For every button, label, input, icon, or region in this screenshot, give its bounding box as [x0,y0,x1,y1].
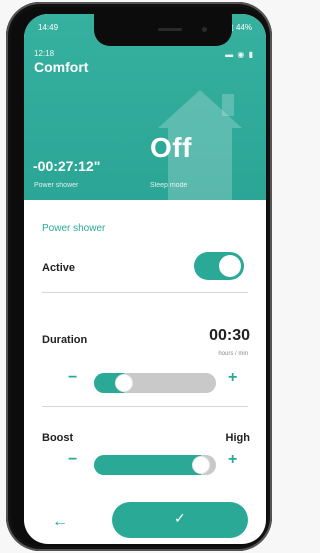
duration-value: 00:30 [209,327,250,344]
divider [42,406,248,407]
power-shower-timer: -00:27:12" [33,158,101,174]
active-label: Active [42,262,76,274]
divider [42,292,248,293]
system-time: 14:49 [38,23,59,32]
toggle-knob [219,255,241,277]
front-camera [202,27,207,32]
duration-increase-button[interactable]: + [228,369,237,387]
speaker-grille [158,28,182,31]
boost-decrease-button[interactable]: − [68,451,77,469]
duration-unit: hours / min [218,351,248,357]
check-icon: ✓ [174,510,186,526]
boost-increase-button[interactable]: + [228,451,237,469]
confirm-button[interactable]: ✓ [112,502,248,538]
duration-label: Duration [42,334,88,346]
app-status-icons: ▬ ◉ ▮ [225,50,254,59]
duration-decrease-button[interactable]: − [68,369,77,387]
back-arrow-icon[interactable]: ← [52,513,68,531]
app-clock: 12:18 [34,49,55,58]
duration-slider-knob[interactable] [115,374,133,392]
sleep-mode-value: Off [150,132,192,163]
duration-slider[interactable] [94,373,216,393]
phone-frame: 14:49 ⌘ ▯ 44% 12:18 ▬ ◉ ▮ Comfort Off -0… [6,2,272,551]
boost-value: High [225,432,250,444]
boost-label: Boost [42,432,74,444]
boost-slider-knob[interactable] [192,456,210,474]
sleep-mode-label: Sleep mode [150,182,188,189]
section-title: Power shower [42,223,106,234]
page-title: Comfort [34,59,89,75]
boost-slider-fill [94,455,201,475]
app-screen: 14:49 ⌘ ▯ 44% 12:18 ▬ ◉ ▮ Comfort Off -0… [24,14,266,544]
active-toggle[interactable] [194,252,244,280]
timer-label: Power shower [34,182,79,189]
phone-notch [94,14,232,46]
boost-slider[interactable] [94,455,216,475]
